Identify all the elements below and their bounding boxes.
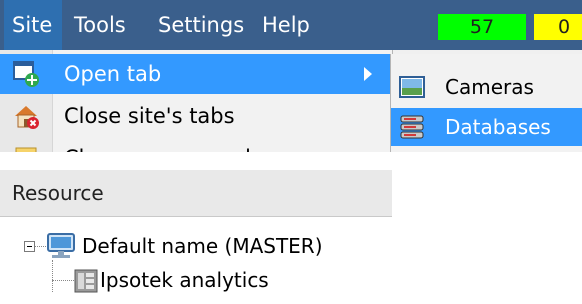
menu-item-change-password-label: Change password [64, 138, 251, 152]
status-counter-green-value: 57 [469, 16, 495, 38]
tree-collapse-toggle[interactable] [24, 241, 35, 252]
menu-site[interactable]: Site [4, 0, 62, 50]
site-dropdown-menu: Open tab Close site's tabs [0, 50, 393, 152]
submenu-item-cameras[interactable]: Cameras [391, 68, 582, 106]
resource-tree-panel: Resource Default name (MASTER) Ipsotek a… [0, 170, 392, 304]
tree-connector [52, 260, 53, 292]
menu-item-change-password[interactable]: Change password [0, 138, 392, 152]
submenu-item-databases[interactable]: Databases [391, 108, 582, 146]
tree-node-ipsotek-analytics-label: Ipsotek analytics [100, 268, 269, 292]
status-counter-green: 57 [438, 14, 526, 40]
status-counter-yellow-value: 0 [557, 16, 571, 38]
menu-settings-label: Settings [158, 13, 245, 37]
menu-bar: Site Tools Settings Help 57 0 [0, 0, 582, 50]
analytics-icon [74, 268, 98, 293]
menu-settings[interactable]: Settings [150, 0, 252, 50]
resource-header-label: Resource [12, 181, 104, 205]
resource-column-header[interactable]: Resource [0, 170, 392, 217]
change-password-icon [12, 144, 40, 152]
close-site-tabs-icon [12, 102, 40, 130]
menu-item-close-site-tabs[interactable]: Close site's tabs [0, 96, 392, 136]
cameras-icon [399, 74, 425, 100]
menu-site-label: Site [12, 13, 53, 37]
open-tab-submenu: Cameras Databases [390, 54, 582, 152]
menu-tools[interactable]: Tools [66, 0, 148, 50]
open-tab-icon [12, 60, 40, 88]
tree-connector [34, 246, 46, 247]
submenu-item-cameras-label: Cameras [445, 75, 534, 99]
menu-help[interactable]: Help [254, 0, 324, 50]
submenu-item-databases-label: Databases [445, 115, 551, 139]
menu-item-open-tab[interactable]: Open tab [0, 54, 392, 94]
server-icon [46, 232, 78, 260]
tree-node-default-name-label: Default name (MASTER) [82, 234, 323, 258]
menu-item-close-site-tabs-label: Close site's tabs [64, 104, 235, 128]
submenu-arrow-icon [364, 67, 372, 81]
menu-item-open-tab-label: Open tab [64, 62, 162, 86]
databases-icon [399, 114, 425, 140]
menu-tools-label: Tools [74, 13, 126, 37]
menu-screenshot: Site Tools Settings Help 57 0 Open tab C… [0, 0, 582, 152]
tree-connector [52, 280, 74, 281]
menu-help-label: Help [262, 13, 310, 37]
status-counter-yellow: 0 [534, 14, 582, 40]
